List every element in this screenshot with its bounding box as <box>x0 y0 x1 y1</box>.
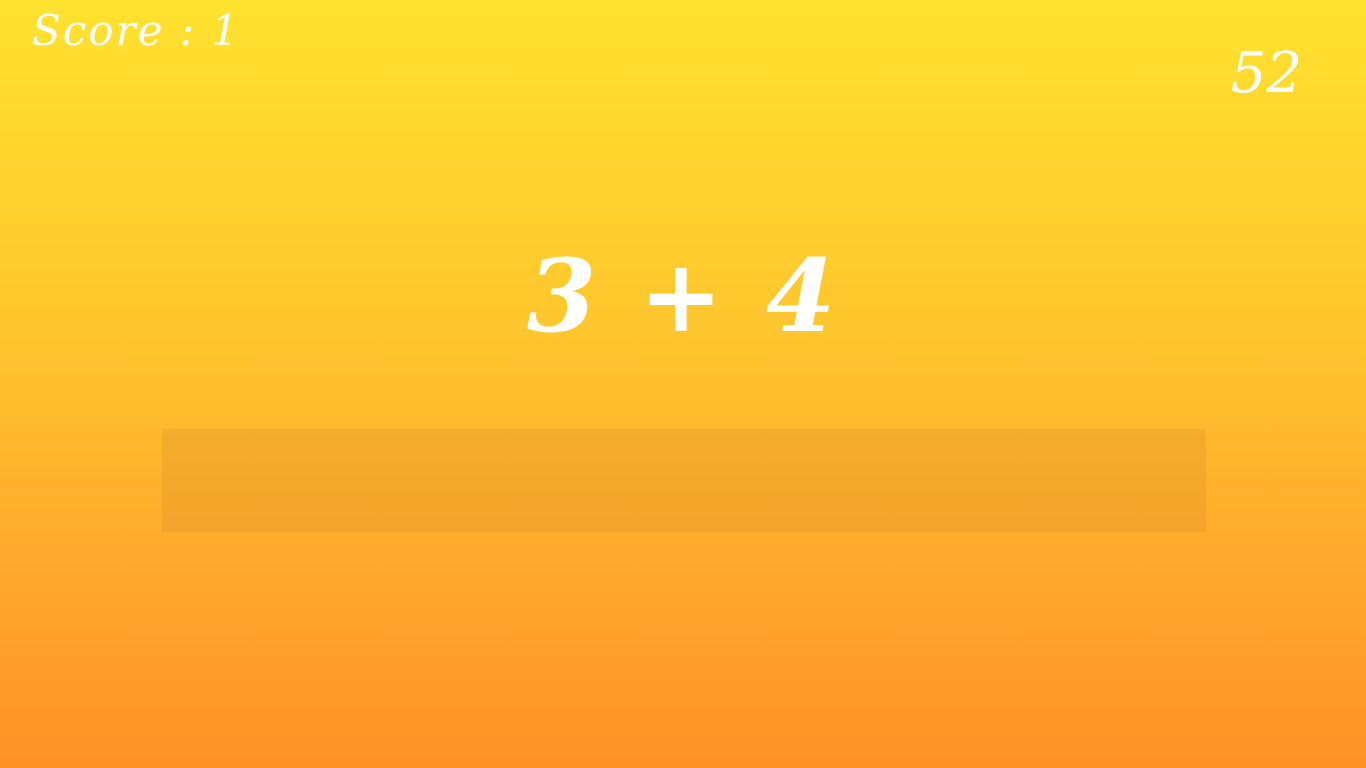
score-display: Score : 1 <box>32 6 241 55</box>
math-problem: 3 + 4 <box>526 237 840 355</box>
answer-input[interactable] <box>162 429 1206 532</box>
countdown-timer: 52 <box>1230 41 1302 106</box>
